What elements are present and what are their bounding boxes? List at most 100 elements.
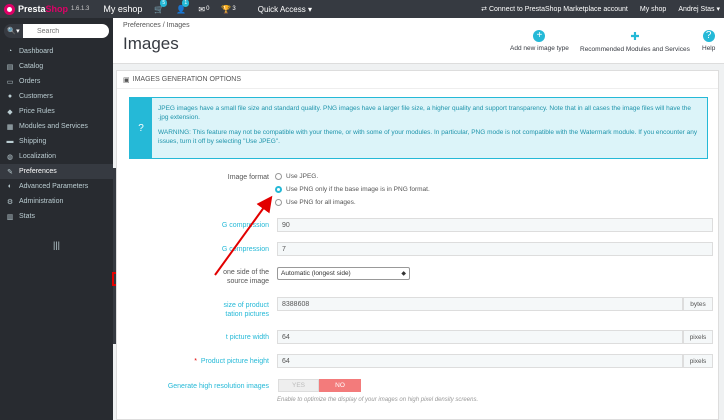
messages-notification[interactable]: ✉ 0 xyxy=(198,5,209,14)
messages-icon: ✉ xyxy=(198,4,206,14)
quick-access-menu[interactable]: Quick Access ▾ xyxy=(258,5,312,14)
radio-use-jpeg-label: Use JPEG. xyxy=(286,173,319,180)
sidebar-item-label: Price Rules xyxy=(19,108,55,115)
help-icon: ? xyxy=(702,30,715,42)
trophy-notification[interactable]: 🏆 3 xyxy=(221,5,235,14)
marketplace-connect-link[interactable]: ⇄ Connect to PrestaShop Marketplace acco… xyxy=(481,5,628,13)
picture-width-label: t picture width xyxy=(225,334,269,341)
trophy-icon: 🏆 xyxy=(221,4,232,14)
picture-width-input[interactable]: 64 xyxy=(277,330,683,344)
jpeg-compression-label: G compression xyxy=(221,222,269,229)
image-format-radio-group: Use JPEG. Use PNG only if the base image… xyxy=(275,170,430,209)
shipping-icon: ▬ xyxy=(6,138,14,145)
sidebar-item-modules-and-services[interactable]: ▦ Modules and Services xyxy=(0,119,113,134)
resize-side-select[interactable]: Automatic (longest side) ◆ xyxy=(277,267,410,280)
breadcrumb-current: Images xyxy=(166,22,190,29)
sidebar-item-label: Shipping xyxy=(19,138,47,145)
search-scope-button[interactable]: 🔍▾ xyxy=(4,24,23,38)
sidebar-item-orders[interactable]: ▭ Orders xyxy=(0,74,113,89)
hires-yes-option[interactable]: YES xyxy=(278,379,319,392)
radio-button xyxy=(275,199,282,206)
search-input[interactable] xyxy=(23,24,109,38)
customers-icon: ● xyxy=(7,93,13,100)
advanced-parameters-icon: ◐ xyxy=(7,183,13,190)
breadcrumb-parent[interactable]: Preferences xyxy=(123,22,161,29)
sidebar: 🔍▾ ◔ Dashboard ▤ Catalog ▭ Orders ● Customers ◆ P… xyxy=(0,18,113,420)
trophy-count: 3 xyxy=(232,6,236,12)
max-size-label-line1: size of product xyxy=(223,302,269,309)
picture-height-label-text: Product picture height xyxy=(200,358,269,365)
modules-icon: ▦ xyxy=(6,123,14,131)
max-size-input[interactable]: 8388608 xyxy=(277,297,683,311)
prestashop-logo[interactable]: Presta Shop 1.6.1.3 xyxy=(4,3,89,15)
main-nav: ◔ Dashboard ▤ Catalog ▭ Orders ● Customers ◆ Pric… xyxy=(0,44,113,224)
prestashop-logo-icon xyxy=(4,3,15,15)
png-compression-label: G compression xyxy=(221,246,269,253)
images-generation-panel: ▣ IMAGES GENERATION OPTIONS ? JPEG image… xyxy=(116,70,719,420)
sidebar-item-stats[interactable]: ▥ Stats xyxy=(0,209,113,224)
link-icon: ⇄ xyxy=(481,6,489,13)
max-size-label-line2: tation pictures xyxy=(225,311,269,318)
sidebar-item-label: Localization xyxy=(19,153,56,160)
shop-name[interactable]: My eshop xyxy=(103,4,142,14)
select-arrows-icon: ◆ xyxy=(401,271,406,277)
sidebar-item-customers[interactable]: ● Customers xyxy=(0,89,113,104)
resize-side-label-line2: source image xyxy=(226,278,269,285)
orders-icon: ▭ xyxy=(6,78,14,86)
customers-badge: 1 xyxy=(182,0,190,7)
customers-notification[interactable]: 👤 1 xyxy=(176,0,190,14)
sidebar-search: 🔍▾ xyxy=(4,24,109,38)
recommended-modules-button[interactable]: ✚ Recommended Modules and Services xyxy=(580,30,690,53)
price-rules-icon: ◆ xyxy=(7,108,13,116)
png-compression-input[interactable]: 7 xyxy=(277,242,713,256)
logo-brand-accent: Shop xyxy=(45,4,69,14)
radio-use-png-only[interactable]: Use PNG only if the base image is in PNG… xyxy=(275,183,430,196)
my-shop-link[interactable]: My shop xyxy=(640,6,666,13)
sidebar-item-label: Customers xyxy=(19,93,53,100)
hires-no-option[interactable]: NO xyxy=(319,379,361,392)
radio-use-jpeg[interactable]: Use JPEG. xyxy=(275,170,430,183)
collapse-menu-icon[interactable]: ||| xyxy=(0,240,113,250)
help-label: Help xyxy=(702,45,716,52)
picture-icon: ▣ xyxy=(123,76,130,84)
sidebar-item-label: Preferences xyxy=(19,168,57,175)
sidebar-item-localization[interactable]: ◍ Localization xyxy=(0,149,113,164)
localization-icon: ◍ xyxy=(6,153,14,161)
info-icon: ? xyxy=(130,98,152,158)
max-size-suffix: bytes xyxy=(683,297,713,311)
catalog-icon: ▤ xyxy=(6,63,14,71)
messages-count: 0 xyxy=(206,6,210,12)
breadcrumb: Preferences / Images xyxy=(123,22,190,29)
picture-height-input[interactable]: 64 xyxy=(277,354,683,368)
jpeg-compression-input[interactable]: 90 xyxy=(277,218,713,232)
sidebar-item-label: Stats xyxy=(19,213,35,220)
sidebar-item-shipping[interactable]: ▬ Shipping xyxy=(0,134,113,149)
max-size-label: size of product tation pictures xyxy=(203,301,269,319)
resize-side-label: one side of the source image xyxy=(203,268,269,286)
user-menu[interactable]: Andrej Stas ▾ xyxy=(678,5,720,13)
sidebar-item-administration[interactable]: ⚙ Administration xyxy=(0,194,113,209)
dashboard-icon: ◔ xyxy=(7,48,13,55)
add-image-type-button[interactable]: + Add new image type xyxy=(510,30,569,52)
marketplace-connect-label: Connect to PrestaShop Marketplace accoun… xyxy=(488,6,628,13)
recommended-modules-label: Recommended Modules and Services xyxy=(580,46,690,53)
hires-toggle[interactable]: YES NO xyxy=(278,379,361,392)
hires-label: Generate high resolution images xyxy=(167,383,269,390)
sidebar-item-preferences[interactable]: ✎ Preferences xyxy=(0,164,113,179)
alert-text-2: WARNING: This feature may not be compati… xyxy=(158,129,698,145)
stats-icon: ▥ xyxy=(6,213,14,221)
radio-use-png-all[interactable]: Use PNG for all images. xyxy=(275,196,430,209)
panel-heading-label: IMAGES GENERATION OPTIONS xyxy=(132,76,242,83)
info-alert: ? JPEG images have a small file size and… xyxy=(129,97,708,159)
sidebar-item-catalog[interactable]: ▤ Catalog xyxy=(0,59,113,74)
top-bar: Presta Shop 1.6.1.3 My eshop 🛒 5 👤 1 ✉ 0 🏆 3 … xyxy=(0,0,724,18)
sidebar-item-price-rules[interactable]: ◆ Price Rules xyxy=(0,104,113,119)
sidebar-item-label: Administration xyxy=(19,198,64,205)
orders-badge: 5 xyxy=(160,0,168,7)
picture-width-suffix: pixels xyxy=(683,330,713,344)
orders-notification[interactable]: 🛒 5 xyxy=(154,0,168,14)
help-button[interactable]: ? Help xyxy=(702,30,715,52)
sidebar-item-dashboard[interactable]: ◔ Dashboard xyxy=(0,44,113,59)
sidebar-item-advanced-parameters[interactable]: ◐ Advanced Parameters xyxy=(0,179,113,194)
administration-icon: ⚙ xyxy=(6,198,14,206)
